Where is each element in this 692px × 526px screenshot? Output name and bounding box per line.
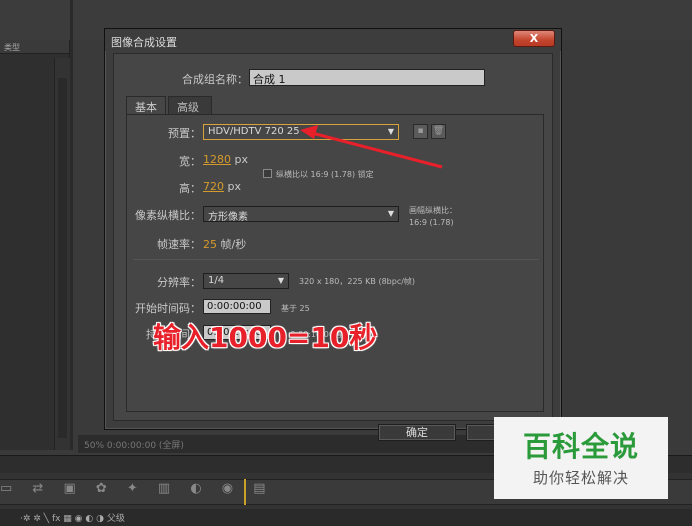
width-unit: px — [234, 153, 249, 166]
composition-settings-dialog: 图像合成设置 X 合成组名称： 合成 1 基本 高级 预置： HDV/HDTV … — [104, 28, 562, 441]
frame-rate-field: 25 帧/秒 — [203, 236, 246, 252]
tab-advanced[interactable]: 高级 — [168, 96, 212, 114]
frame-aspect-label: 画幅纵横比： — [409, 206, 457, 215]
project-panel-header: 类型 — [0, 40, 69, 54]
chevron-down-icon: ▼ — [387, 127, 394, 136]
close-button[interactable]: X — [513, 30, 555, 47]
preset-label: 预置： — [168, 127, 201, 140]
lock-aspect-label: 纵横比以 16:9 (1.78) 锁定 — [276, 170, 374, 179]
tab-basic[interactable]: 基本 — [126, 96, 166, 115]
height-label: 高： — [179, 182, 201, 195]
resolution-value: 1/4 — [208, 275, 225, 286]
ok-button[interactable]: 确定 — [378, 424, 456, 441]
height-unit: px — [227, 180, 242, 193]
timeline-tool-icons[interactable]: ▭ ⇄ ▣ ✿ ✦ ▥ ◐ ◉ ▤ — [0, 481, 274, 496]
start-timecode-input[interactable]: 0:00:00:00 — [203, 299, 271, 314]
frame-rate-unit: 帧/秒 — [220, 238, 247, 251]
basic-settings-panel: 预置： HDV/HDTV 720 25 ▼ ▪ 🗑 宽： 1280 px 纵横比… — [126, 114, 544, 412]
width-field: 1280 px — [203, 153, 248, 166]
frame-rate-label: 帧速率： — [157, 238, 201, 251]
divider — [133, 259, 539, 260]
chevron-down-icon: ▼ — [387, 209, 394, 218]
dialog-title: 图像合成设置 — [111, 36, 177, 49]
watermark-logo: 百科全说 助你轻松解决 — [494, 417, 668, 499]
resolution-select[interactable]: 1/4 ▼ — [203, 273, 289, 289]
watermark-title: 百科全说 — [522, 430, 639, 463]
width-value[interactable]: 1280 — [203, 153, 231, 166]
dialog-titlebar[interactable]: 图像合成设置 X — [105, 29, 561, 51]
watermark-subtitle: 助你轻松解决 — [532, 469, 629, 487]
timeline-switch-icons: ·✲ ✲ ╲ fx ▦ ◉ ◐ ◑ 父级 — [20, 514, 125, 524]
lock-aspect-checkbox[interactable] — [263, 169, 272, 178]
trash-icon[interactable]: 🗑 — [431, 124, 446, 139]
frame-rate-value[interactable]: 25 — [203, 238, 217, 251]
preset-select[interactable]: HDV/HDTV 720 25 ▼ — [203, 124, 399, 140]
start-timecode-label: 开始时间码： — [135, 302, 201, 315]
project-panel-scrollbar[interactable] — [54, 58, 70, 450]
dialog-body: 合成组名称： 合成 1 基本 高级 预置： HDV/HDTV 720 25 ▼ … — [113, 53, 553, 441]
pixel-aspect-select[interactable]: 方形像素 ▼ — [203, 206, 399, 223]
resolution-label: 分辨率： — [157, 276, 201, 289]
pixel-aspect-label: 像素纵横比： — [135, 209, 201, 222]
chevron-down-icon: ▼ — [277, 276, 284, 285]
frame-aspect-value: 16:9 (1.78) — [409, 218, 454, 227]
start-timecode-info: 基于 25 — [281, 304, 310, 313]
comp-name-input[interactable]: 合成 1 — [249, 69, 485, 86]
resolution-info: 320 x 180，225 KB (8bpc/帧) — [299, 277, 416, 286]
scrollbar-thumb[interactable] — [58, 78, 67, 438]
preset-value: HDV/HDTV 720 25 — [208, 126, 300, 137]
parent-column-label: 父级 — [106, 514, 125, 524]
annotation-text: 输入1000=10秒 — [153, 321, 378, 354]
save-preset-icon[interactable]: ▪ — [413, 124, 428, 139]
height-value[interactable]: 720 — [203, 180, 224, 193]
height-field: 720 px — [203, 180, 241, 193]
comp-name-label: 合成组名称： — [182, 73, 248, 86]
panel-divider[interactable] — [70, 0, 73, 450]
width-label: 宽： — [179, 155, 201, 168]
pixel-aspect-value: 方形像素 — [208, 212, 248, 223]
